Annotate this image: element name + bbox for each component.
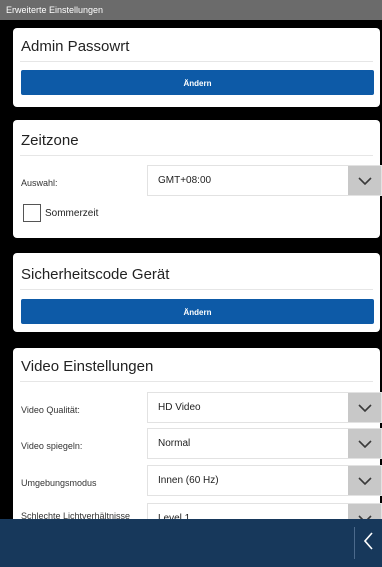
video-mirror-select[interactable]: Normal: [147, 428, 382, 459]
video-quality-value: HD Video: [158, 402, 201, 413]
bottom-navigation-bar: [0, 519, 382, 567]
timezone-select[interactable]: GMT+08:00: [147, 165, 382, 196]
chevron-down-icon: [348, 466, 381, 495]
chevron-down-icon: [348, 393, 381, 422]
timezone-selection-label: Auswahl:: [21, 178, 58, 188]
timezone-select-value: GMT+08:00: [158, 175, 212, 186]
video-settings-title: Video Einstellungen: [21, 358, 154, 375]
admin-password-title: Admin Passowrt: [21, 38, 130, 55]
environment-mode-select[interactable]: Innen (60 Hz): [147, 465, 382, 496]
environment-mode-value: Innen (60 Hz): [158, 475, 219, 486]
video-settings-card: Video Einstellungen Video Qualität: HD V…: [13, 348, 382, 548]
video-quality-select[interactable]: HD Video: [147, 392, 382, 423]
dst-checkbox[interactable]: [23, 204, 41, 222]
environment-mode-label: Umgebungsmodus: [21, 478, 97, 488]
window-title: Erweiterte Einstellungen: [0, 0, 382, 20]
chevron-left-icon: [363, 531, 374, 555]
change-security-code-button[interactable]: Ändern: [21, 299, 374, 324]
security-code-title: Sicherheitscode Gerät: [21, 266, 170, 283]
chevron-down-icon: [348, 429, 381, 458]
change-admin-password-button[interactable]: Ändern: [21, 70, 374, 95]
card-divider: [20, 155, 373, 156]
card-divider: [20, 61, 373, 62]
security-code-card: Sicherheitscode Gerät Ändern: [13, 253, 380, 332]
video-mirror-label: Video spiegeln:: [21, 441, 83, 451]
dst-label: Sommerzeit: [45, 208, 99, 219]
video-mirror-value: Normal: [158, 438, 191, 449]
video-quality-label: Video Qualität:: [21, 405, 80, 415]
bottom-bar-divider: [354, 527, 355, 559]
admin-password-card: Admin Passowrt Ändern: [13, 28, 380, 107]
card-divider: [20, 289, 373, 290]
settings-screen: Erweiterte Einstellungen Admin Passowrt …: [0, 0, 382, 567]
card-divider: [20, 381, 373, 382]
timezone-card: Zeitzone Auswahl: GMT+08:00 Sommerzeit: [13, 120, 382, 238]
timezone-title: Zeitzone: [21, 132, 79, 149]
back-button[interactable]: [356, 519, 382, 567]
chevron-down-icon: [348, 166, 381, 195]
